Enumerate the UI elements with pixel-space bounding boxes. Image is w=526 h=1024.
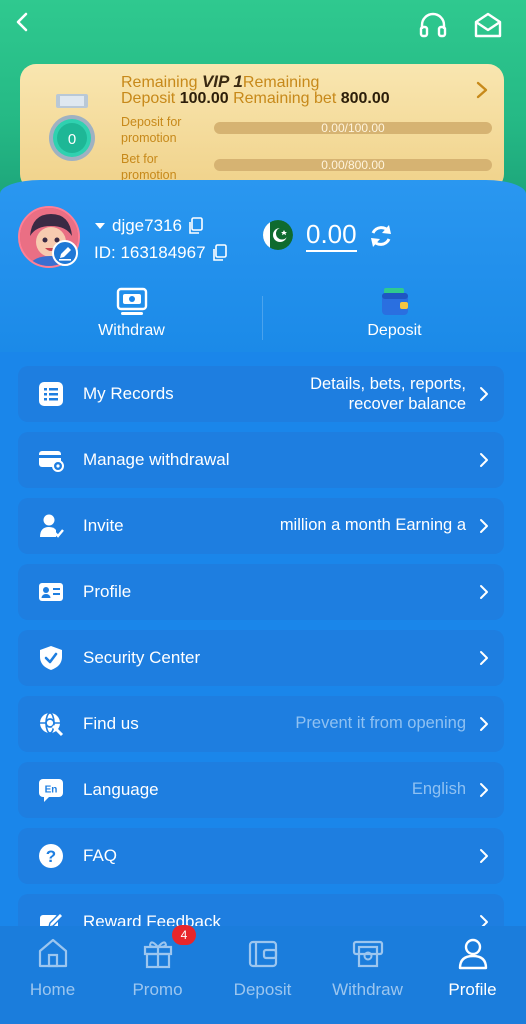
menu-item-my-records[interactable]: My Records Details, bets, reports, recov… — [18, 366, 504, 422]
nav-deposit-label: Deposit — [233, 980, 292, 999]
bet-for-promotion-label: Bet for promotion — [121, 152, 177, 182]
svg-text:?: ? — [46, 847, 56, 866]
vip-progress-card[interactable]: 0 Remaining VIP 1Remaining Deposit 100.0… — [20, 64, 504, 190]
menu-item-language[interactable]: En Language English — [18, 762, 504, 818]
copy-icon[interactable] — [188, 217, 204, 235]
bet-progress-bar: 0.00/800.00 — [214, 158, 492, 172]
username: djge7316 — [112, 216, 182, 235]
menu-item-faq[interactable]: ? FAQ — [18, 828, 504, 884]
menu-desc: Prevent it from opening — [295, 714, 466, 732]
menu-label: My Records — [83, 384, 174, 403]
pakistan-flag-icon — [263, 220, 293, 250]
menu-label: Manage withdrawal — [83, 450, 230, 469]
selected-language: English — [411, 780, 466, 798]
vip-requirement-line2: Deposit 100.00 Remaining bet 800.00 — [121, 90, 390, 107]
promo-count-badge: 4 — [172, 925, 196, 945]
deposit-remaining-amount: 100.00 — [179, 90, 229, 107]
deposit-progress-text: 0.00/100.00 — [321, 121, 385, 135]
list-icon — [39, 382, 63, 406]
user-invite-icon — [40, 514, 64, 538]
svg-text:En: En — [45, 785, 58, 796]
nav-promo-label: Promo — [132, 980, 183, 999]
chevron-right-icon — [480, 585, 488, 599]
caret-down-icon[interactable] — [94, 221, 106, 231]
menu-item-find-us[interactable]: Find us Prevent it from opening — [18, 696, 504, 752]
withdraw-quick-button[interactable]: Withdraw — [0, 286, 263, 346]
person-icon — [458, 938, 488, 970]
edit-avatar-button[interactable] — [52, 240, 78, 266]
deposit-quick-button[interactable]: Deposit — [263, 286, 526, 346]
home-icon — [38, 938, 68, 968]
deposit-progress-bar: 0.00/100.00 — [214, 121, 492, 135]
bet-progress-text: 0.00/800.00 — [321, 158, 385, 172]
menu-item-profile[interactable]: Profile — [18, 564, 504, 620]
user-id: ID: 163184967 — [94, 243, 206, 262]
invite-marquee-text: million a month Earning a — [279, 516, 466, 534]
wallet-outline-icon — [248, 940, 278, 968]
menu-desc: Details, bets, reports, — [310, 375, 466, 393]
bet-remaining-amount: 800.00 — [340, 90, 390, 107]
mailbox-icon[interactable] — [472, 10, 504, 40]
nav-withdraw[interactable]: Withdraw — [315, 926, 420, 1024]
deposit-for-promotion-label: Deposit for promotion — [121, 115, 182, 145]
language-icon: En — [39, 779, 63, 802]
chevron-right-icon — [480, 783, 488, 797]
globe-search-icon — [40, 712, 64, 737]
chevron-right-icon — [480, 453, 488, 467]
nav-profile-label: Profile — [448, 980, 497, 999]
chevron-right-icon — [480, 717, 488, 731]
menu-item-invite[interactable]: Invite million a month Earning a — [18, 498, 504, 554]
username-row: djge7316 — [94, 216, 204, 236]
user-id-row: ID: 163184967 — [94, 243, 228, 263]
withdraw-icon — [116, 287, 147, 315]
menu-desc: recover balance — [348, 395, 466, 413]
chevron-right-icon — [480, 387, 488, 401]
question-icon: ? — [39, 844, 63, 868]
shield-check-icon — [40, 646, 62, 670]
deposit-label: Deposit — [367, 322, 422, 339]
id-card-icon — [39, 583, 63, 601]
chevron-right-icon — [480, 849, 488, 863]
vip-medal-level: 0 — [68, 131, 76, 148]
nav-home-label: Home — [29, 980, 76, 999]
headset-icon[interactable] — [418, 10, 448, 40]
profile-page: 0 Remaining VIP 1Remaining Deposit 100.0… — [0, 0, 526, 1024]
cash-withdraw-icon — [352, 940, 384, 968]
menu-label: Profile — [83, 582, 132, 601]
withdraw-label: Withdraw — [98, 322, 165, 339]
menu-item-manage-withdrawal[interactable]: Manage withdrawal — [18, 432, 504, 488]
wallet-icon — [381, 288, 408, 315]
menu-label: Invite — [83, 516, 124, 535]
chevron-left-icon[interactable] — [10, 8, 34, 36]
gift-icon — [143, 941, 173, 969]
nav-home[interactable]: Home — [0, 926, 105, 1024]
refresh-icon[interactable] — [367, 222, 395, 250]
nav-promo[interactable]: 4 Promo — [105, 925, 210, 1024]
menu-label: Language — [83, 780, 159, 799]
vip-medal-icon: 0 — [49, 94, 95, 161]
menu-label: Find us — [83, 714, 139, 733]
pencil-icon — [59, 247, 71, 261]
menu-item-security-center[interactable]: Security Center — [18, 630, 504, 686]
menu-label: FAQ — [83, 846, 118, 865]
card-settings-icon — [39, 451, 64, 472]
wallet-balance: 0.00 — [306, 220, 357, 252]
chevron-right-icon — [480, 519, 488, 533]
nav-withdraw-label: Withdraw — [332, 980, 403, 999]
vip-requirement-line1: Remaining VIP 1Remaining — [121, 72, 320, 91]
bottom-navigation: Home 4 Promo Deposit Withdraw Profile — [0, 925, 526, 1024]
nav-profile[interactable]: Profile — [420, 926, 525, 1024]
vip-level: VIP 1 — [201, 72, 243, 91]
chevron-right-icon[interactable] — [475, 80, 489, 100]
chevron-right-icon — [480, 651, 488, 665]
menu-label: Security Center — [83, 648, 201, 667]
top-header: 0 Remaining VIP 1Remaining Deposit 100.0… — [0, 0, 526, 200]
nav-deposit[interactable]: Deposit — [210, 926, 315, 1024]
copy-icon[interactable] — [212, 244, 228, 262]
